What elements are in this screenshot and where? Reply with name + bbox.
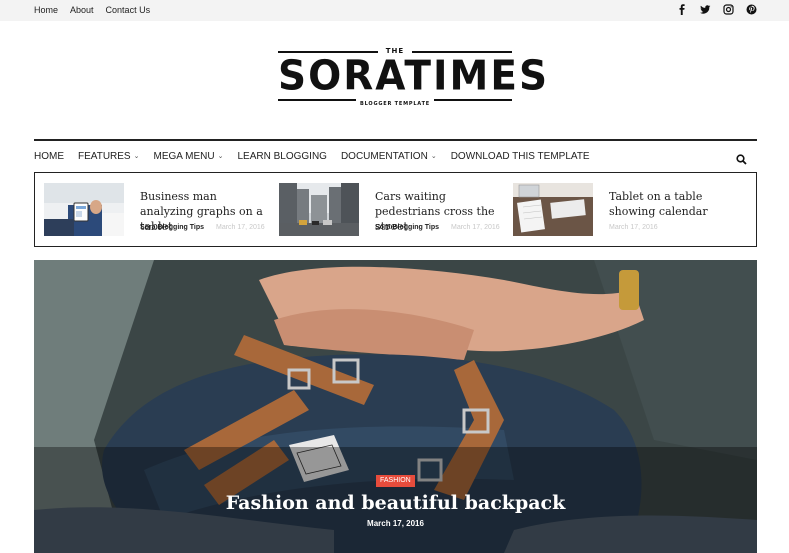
featured-card[interactable]: Tablet on a table showing calendar March… — [513, 183, 738, 238]
top-link-about[interactable]: About — [70, 4, 94, 16]
top-links: Home About Contact Us — [34, 4, 162, 16]
featured-title[interactable]: Tablet on a table showing calendar — [609, 189, 739, 219]
logo-tagline: BLOGGER TEMPLATE — [359, 101, 431, 107]
nav-item-mega-menu[interactable]: MEGA MENU ⌄ — [153, 151, 223, 163]
twitter-icon[interactable] — [700, 4, 711, 15]
nav-item-label: LEARN BLOGGING — [237, 151, 327, 162]
featured-thumbnail[interactable] — [279, 183, 359, 236]
nav-item-documentation[interactable]: DOCUMENTATION ⌄ — [341, 151, 437, 163]
site-logo[interactable]: THE SORATIMES BLOGGER TEMPLATE — [278, 47, 550, 114]
nav-item-label: DOWNLOAD THIS TEMPLATE — [450, 151, 590, 162]
nav-item-label: HOME — [34, 151, 64, 162]
featured-meta: Sora Blogging Tips March 17, 2016 — [140, 224, 265, 231]
featured-strip: Business man analyzing graphs on a table… — [34, 172, 757, 247]
featured-date: March 17, 2016 — [609, 224, 658, 231]
category-badge[interactable]: FASHION — [376, 475, 415, 487]
featured-card[interactable]: Cars waiting pedestrians cross the stree… — [279, 183, 504, 238]
top-link-home[interactable]: Home — [34, 4, 58, 16]
nav-item-label: DOCUMENTATION — [340, 151, 428, 162]
featured-meta: Sora Blogging Tips March 17, 2016 — [375, 224, 500, 231]
nav-item-learn-blogging[interactable]: LEARN BLOGGING — [237, 151, 326, 163]
social-icons — [677, 4, 757, 15]
nav-item-label: MEGA MENU — [153, 151, 215, 162]
nav-items: HOME FEATURES ⌄ MEGA MENU ⌄ LEARN BLOGGING… — [34, 151, 604, 163]
nav-item-features[interactable]: FEATURES ⌄ — [78, 151, 139, 163]
facebook-icon[interactable] — [677, 4, 687, 15]
featured-date: March 17, 2016 — [451, 224, 500, 231]
featured-author[interactable]: Sora Blogging Tips — [375, 224, 439, 231]
featured-date: March 17, 2016 — [216, 224, 265, 231]
featured-thumbnail[interactable] — [44, 183, 124, 236]
chevron-down-icon: ⌄ — [430, 153, 437, 160]
top-bar: Home About Contact Us — [0, 0, 789, 21]
chevron-down-icon: ⌄ — [133, 153, 140, 160]
search-icon[interactable] — [736, 152, 747, 165]
top-link-contact[interactable]: Contact Us — [106, 4, 151, 16]
featured-author[interactable]: Sora Blogging Tips — [140, 224, 204, 231]
hero-date: March 17, 2016 — [367, 519, 424, 528]
nav-item-download[interactable]: DOWNLOAD THIS TEMPLATE — [451, 151, 590, 163]
main-nav: HOME FEATURES ⌄ MEGA MENU ⌄ LEARN BLOGGING… — [34, 139, 757, 172]
pinterest-icon[interactable] — [746, 4, 757, 15]
hero-post[interactable]: FASHION Fashion and beautiful backpack M… — [34, 260, 757, 553]
featured-thumbnail[interactable] — [513, 183, 593, 236]
nav-item-label: FEATURES — [78, 151, 131, 162]
chevron-down-icon: ⌄ — [217, 153, 224, 160]
featured-card[interactable]: Business man analyzing graphs on a table… — [44, 183, 269, 238]
featured-meta: March 17, 2016 — [609, 224, 658, 231]
nav-item-home[interactable]: HOME — [34, 151, 64, 163]
logo-name: SORATIMES — [278, 52, 550, 101]
hero-title[interactable]: Fashion and beautiful backpack — [34, 492, 757, 514]
instagram-icon[interactable] — [723, 4, 734, 15]
